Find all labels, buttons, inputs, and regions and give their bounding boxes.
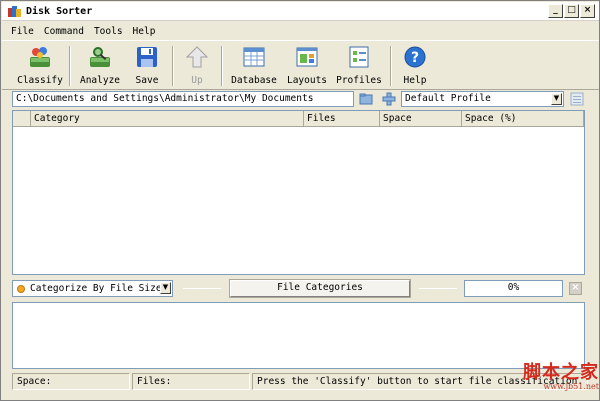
database-button[interactable]: Database: [229, 44, 279, 88]
menu-file[interactable]: File: [6, 26, 39, 37]
categorize-select[interactable]: Categorize By File Size ▼: [12, 280, 173, 297]
help-button[interactable]: ? Help: [398, 44, 432, 88]
divider: [419, 288, 457, 289]
save-icon: [134, 44, 160, 70]
toolbar-separator: [390, 46, 392, 86]
directory-path-input[interactable]: C:\Documents and Settings\Administrator\…: [12, 91, 354, 107]
analyze-label: Analyze: [79, 75, 121, 86]
column-header-icon[interactable]: [13, 111, 31, 127]
folder-icon: [359, 93, 373, 105]
analyze-icon: [87, 44, 113, 70]
help-label: Help: [403, 75, 427, 86]
results-table[interactable]: Category Files Space Space (%): [12, 110, 585, 275]
window-title: Disk Sorter: [26, 5, 93, 17]
layouts-button[interactable]: Layouts: [285, 44, 329, 88]
minimize-button[interactable]: _: [548, 4, 563, 18]
divider: [183, 288, 221, 289]
help-icon: ?: [402, 44, 428, 70]
maximize-button[interactable]: □: [564, 4, 579, 18]
database-label: Database: [231, 75, 277, 86]
category-icon: [17, 285, 25, 293]
title-bar[interactable]: Disk Sorter _ □ ×: [2, 2, 599, 21]
watermark-logo: 脚本之家 www.jb51.net: [507, 358, 599, 398]
save-label: Save: [135, 75, 159, 86]
table-header: Category Files Space Space (%): [13, 111, 584, 127]
profiles-icon: [346, 44, 372, 70]
up-button[interactable]: Up: [180, 44, 214, 88]
progress-indicator: 0%: [464, 280, 563, 297]
classify-icon: [27, 44, 53, 70]
watermark-url: www.jb51.net: [543, 382, 599, 391]
chevron-down-icon[interactable]: ▼: [551, 93, 562, 105]
layouts-label: Layouts: [286, 75, 328, 86]
svg-text:?: ?: [411, 50, 419, 66]
categorize-row: Categorize By File Size ▼ File Categorie…: [1, 279, 599, 298]
column-header-files[interactable]: Files: [304, 111, 380, 127]
layouts-icon: [294, 44, 320, 70]
up-arrow-icon: [184, 44, 210, 70]
profile-select[interactable]: Default Profile ▼: [401, 91, 564, 107]
status-files: Files:: [132, 373, 250, 390]
add-icon: [382, 92, 396, 106]
menu-bar: File Command Tools Help: [2, 22, 599, 40]
database-icon: [241, 44, 267, 70]
window-controls: _ □ ×: [548, 4, 595, 18]
column-header-category[interactable]: Category: [31, 111, 304, 127]
categorize-select-value: Categorize By File Size: [30, 283, 162, 294]
stop-close-icon[interactable]: ×: [569, 282, 582, 295]
status-space: Space:: [12, 373, 130, 390]
classify-label: Classify: [17, 75, 63, 86]
profile-select-value: Default Profile: [405, 93, 491, 104]
app-window: Disk Sorter _ □ × File Command Tools Hel…: [0, 0, 600, 401]
save-button[interactable]: Save: [128, 44, 166, 88]
watermark-text: 脚本之家: [523, 362, 599, 383]
toolbar: Classify Analyze Save Up Database Layout…: [2, 40, 599, 90]
toolbar-separator: [69, 46, 71, 86]
file-categories-button[interactable]: File Categories: [229, 279, 411, 298]
close-button[interactable]: ×: [580, 4, 595, 18]
chevron-down-icon[interactable]: ▼: [160, 282, 171, 294]
disk-sorter-app-icon: [8, 5, 21, 17]
classify-button[interactable]: Classify: [16, 44, 64, 88]
analyze-button[interactable]: Analyze: [76, 44, 124, 88]
browse-folder-button[interactable]: [359, 92, 373, 106]
column-header-space[interactable]: Space: [380, 111, 462, 127]
column-header-space-percent[interactable]: Space (%): [462, 111, 584, 127]
details-pane[interactable]: [12, 302, 585, 369]
options-icon: [570, 92, 584, 106]
add-directory-button[interactable]: [382, 92, 396, 106]
up-label: Up: [191, 75, 203, 86]
menu-tools[interactable]: Tools: [89, 26, 128, 37]
profiles-button[interactable]: Profiles: [336, 44, 382, 88]
profile-options-button[interactable]: [570, 92, 584, 106]
toolbar-separator: [172, 46, 174, 86]
menu-help[interactable]: Help: [128, 26, 161, 37]
path-row: C:\Documents and Settings\Administrator\…: [1, 91, 599, 109]
profiles-label: Profiles: [336, 75, 382, 86]
menu-command[interactable]: Command: [39, 26, 89, 37]
toolbar-separator: [221, 46, 223, 86]
